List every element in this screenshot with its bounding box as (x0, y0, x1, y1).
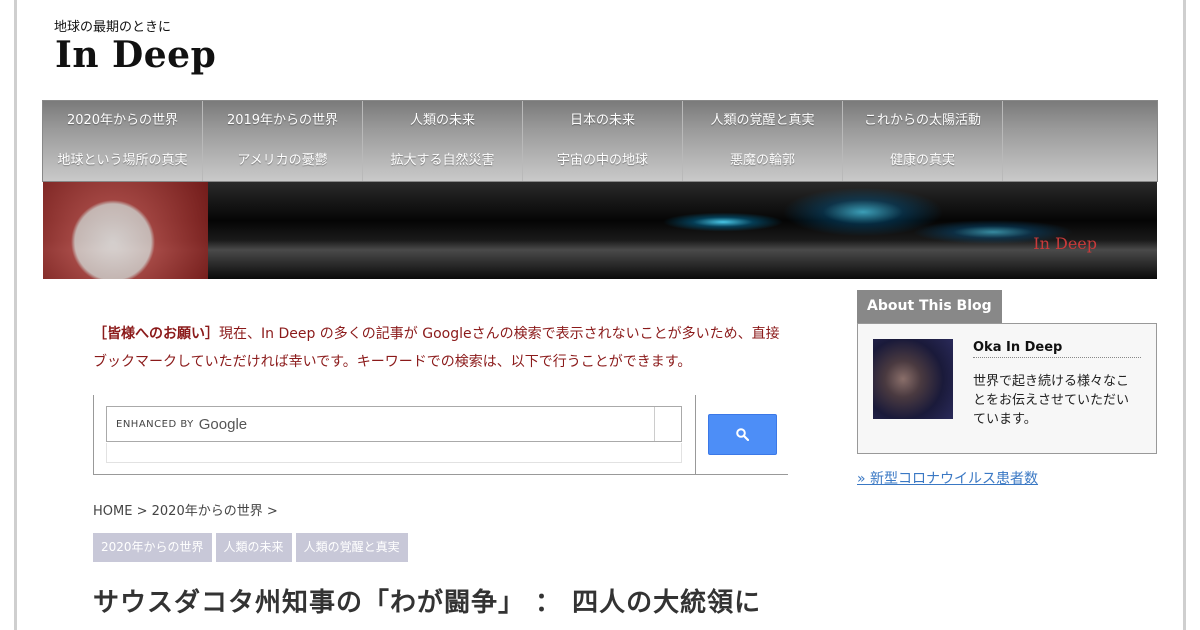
nav-item-health[interactable]: 健康の真実 (843, 141, 1003, 181)
corona-patients-link[interactable]: » 新型コロナウイルス患者数 (857, 468, 1038, 488)
site-title-link[interactable]: In Deep (55, 34, 216, 76)
nav-item-awakening[interactable]: 人類の覚醒と真実 (683, 101, 843, 141)
nav-item-2019[interactable]: 2019年からの世界 (203, 101, 363, 141)
banner-artwork-left (43, 182, 208, 279)
tag-2020[interactable]: 2020年からの世界 (93, 533, 212, 562)
search-box: ENHANCED BY Google (93, 395, 788, 475)
author-description: 世界で起き続ける様々なことをお伝えさせていただいています。 (973, 374, 1130, 427)
search-input[interactable]: ENHANCED BY Google (106, 406, 682, 442)
search-button[interactable] (708, 414, 777, 455)
search-suggestions-area (106, 443, 682, 463)
enhanced-by-label: ENHANCED BY (116, 418, 194, 430)
nav-item-solar-activity[interactable]: これからの太陽活動 (843, 101, 1003, 141)
post-title: サウスダコタ州知事の「わが闘争」 ： 四人の大統領に (93, 588, 762, 618)
notice-text: ［皆様へのお願い］現在、In Deep の多くの記事が Googleさんの検索で… (93, 320, 788, 376)
author-avatar (873, 339, 953, 419)
notice-lead: ［皆様へのお願い］ (93, 326, 219, 342)
search-divider (695, 395, 696, 475)
banner-title: In Deep (1033, 234, 1097, 253)
search-clear-slot (654, 407, 681, 441)
breadcrumb-home[interactable]: HOME (93, 504, 132, 519)
search-icon (736, 428, 749, 441)
author-name: Oka In Deep (973, 340, 1141, 358)
banner-glow-art (663, 182, 1083, 279)
header-banner: In Deep (43, 182, 1157, 279)
nav-item-humanity-future[interactable]: 人類の未来 (363, 101, 523, 141)
about-blog-box: Oka In Deep 世界で起き続ける様々なことをお伝えさせていただいています… (857, 323, 1157, 454)
nav-item-earth-in-space[interactable]: 宇宙の中の地球 (523, 141, 683, 181)
breadcrumb-separator: > (266, 504, 278, 519)
breadcrumb: HOME > 2020年からの世界 > (93, 500, 278, 519)
nav-row-2: 地球という場所の真実 アメリカの憂鬱 拡大する自然災害 宇宙の中の地球 悪魔の輪… (43, 141, 1157, 181)
nav-item-america[interactable]: アメリカの憂鬱 (203, 141, 363, 181)
nav-item-disasters[interactable]: 拡大する自然災害 (363, 141, 523, 181)
site-tagline: 地球の最期のときに (54, 20, 172, 35)
breadcrumb-separator: > (136, 504, 148, 519)
category-tags: 2020年からの世界 人類の未来 人類の覚醒と真実 (93, 533, 408, 562)
nav-item-earth-truth[interactable]: 地球という場所の真実 (43, 141, 203, 181)
nav-item-2020[interactable]: 2020年からの世界 (43, 101, 203, 141)
tag-humanity-future[interactable]: 人類の未来 (215, 533, 292, 562)
nav-item-japan-future[interactable]: 日本の未来 (523, 101, 683, 141)
nav-row-1: 2020年からの世界 2019年からの世界 人類の未来 日本の未来 人類の覚醒と… (43, 101, 1157, 141)
breadcrumb-category[interactable]: 2020年からの世界 (152, 504, 263, 519)
tag-awakening[interactable]: 人類の覚醒と真実 (295, 533, 408, 562)
google-label: Google (198, 415, 248, 433)
about-blog-heading: About This Blog (857, 290, 1002, 323)
main-nav: 2020年からの世界 2019年からの世界 人類の未来 日本の未来 人類の覚醒と… (42, 100, 1158, 182)
nav-item-devil[interactable]: 悪魔の輪郭 (683, 141, 843, 181)
